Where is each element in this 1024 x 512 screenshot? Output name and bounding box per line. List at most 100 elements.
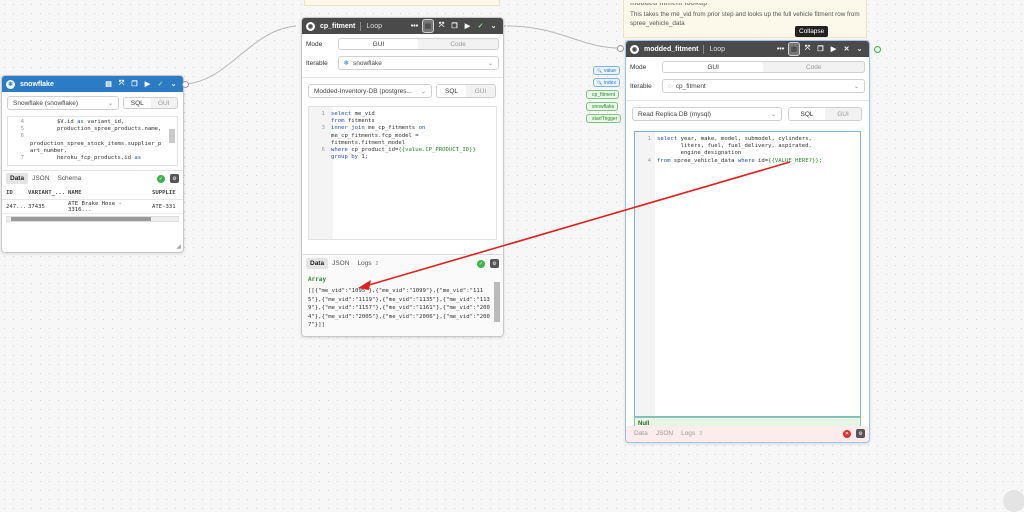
scrollbar[interactable] — [169, 129, 175, 143]
snowflake-step-header[interactable]: ❄ snowflake ▤ ⤧ ❐ ▶ ✓ ⌄ — [2, 76, 183, 92]
chevron-down-icon[interactable]: ⌄ — [488, 21, 499, 32]
run-icon[interactable]: ▶ — [828, 44, 839, 55]
gui-mode[interactable]: GUI — [151, 98, 177, 108]
column-header[interactable]: VARIANT_... — [24, 190, 65, 196]
tab-json[interactable]: JSON — [328, 258, 353, 269]
sql-mode[interactable]: SQL — [789, 108, 825, 120]
expand-icon[interactable]: ⤧ — [802, 44, 813, 55]
variable-pill[interactable]: 🔍 index — [593, 78, 620, 87]
variable-pill[interactable]: startTrigger — [586, 114, 622, 123]
resource-select[interactable]: Modded-Inventory-DB (postgres... ⌄ — [308, 84, 432, 98]
logs-count: 3 — [699, 430, 702, 437]
snowflake-step[interactable]: ❄ snowflake ▤ ⤧ ❐ ▶ ✓ ⌄ Snowflake (snowf… — [1, 75, 184, 253]
resource-select[interactable]: Snowflake (snowflake) ⌄ — [7, 96, 120, 110]
result-tabs[interactable]: Data JSON Schema — [6, 173, 85, 184]
table-cell: ATE-331 — [152, 203, 176, 210]
copy-icon[interactable]: ❐ — [815, 44, 826, 55]
code-text: production_spree_stock_items.supplier_p — [30, 140, 162, 147]
code-text: production_spree_products.name, — [30, 126, 162, 133]
top-card-partial — [304, 0, 500, 6]
input-port[interactable] — [617, 45, 624, 52]
more-options-icon[interactable]: ••• — [775, 44, 786, 55]
gui-mode[interactable]: GUI — [338, 39, 419, 49]
result-tabs[interactable]: Data JSON Logs 3 — [630, 428, 702, 439]
query-mode-toggle[interactable]: SQL GUI — [788, 107, 862, 121]
run-icon[interactable]: ▶ — [462, 21, 473, 32]
query-mode-toggle[interactable]: SQL GUI — [123, 97, 178, 109]
notes-icon[interactable]: ▤ — [103, 79, 114, 90]
table-row[interactable]: 247... 37435 ATE Brake Hose - 3316... AT… — [2, 200, 183, 214]
step-name[interactable]: cp_fitment — [320, 23, 355, 30]
variable-pill[interactable]: snowflake — [586, 102, 619, 111]
column-header[interactable]: NAME — [64, 190, 148, 196]
code-mode[interactable]: Code — [418, 39, 498, 49]
code-line: 6 where cp_product_id={{value.CP_PRODUCT_… — [311, 147, 494, 154]
code-text: me_cp_fitments.fcp_model = — [331, 132, 419, 139]
mode-toggle[interactable]: GUI Code — [337, 38, 499, 50]
notes-icon[interactable]: ▤ — [422, 19, 434, 33]
copy-icon[interactable]: ❐ — [449, 21, 460, 32]
query-mode-toggle[interactable]: SQL GUI — [436, 84, 496, 98]
code-line: 5 production_spree_products.name, — [10, 126, 175, 133]
search-icon: 🔍 — [597, 68, 602, 73]
table-cell: 247... — [6, 203, 27, 210]
gui-mode[interactable]: GUI — [825, 108, 861, 120]
tab-json[interactable]: JSON — [28, 173, 53, 184]
variable-pill[interactable]: 🔍 value — [593, 66, 620, 75]
iterable-select[interactable]: ◌ cp_fitment ⌄ — [661, 79, 865, 93]
snowflake-icon: ❄ — [6, 79, 15, 89]
expand-icon[interactable]: ⤧ — [436, 21, 447, 32]
step-name[interactable]: modded_fitment — [644, 46, 698, 53]
cp-fitment-step[interactable]: ◉ cp_fitment Loop ••• ▤ ⤧ ❐ ▶ ✓ ⌄ Mode G… — [301, 17, 504, 337]
expand-icon[interactable]: ⤧ — [116, 79, 127, 90]
horizontal-scrollbar[interactable] — [6, 216, 179, 222]
tab-logs[interactable]: Logs — [353, 258, 375, 269]
collapse-icon[interactable]: ▤ — [788, 42, 800, 56]
tab-data[interactable]: Data — [6, 173, 29, 184]
run-icon[interactable]: ▶ — [142, 79, 153, 90]
output-port[interactable] — [182, 81, 189, 88]
modded-fitment-step[interactable]: ◉ modded_fitment Loop ••• ▤ ⤧ ❐ ▶ ✕ ⌄ Mo… — [625, 40, 870, 443]
modded-fitment-step-header[interactable]: ◉ modded_fitment Loop ••• ▤ ⤧ ❐ ▶ ✕ ⌄ — [626, 41, 869, 57]
iterable-select[interactable]: ❄ snowflake ⌄ — [337, 56, 499, 70]
tab-logs[interactable]: Logs — [677, 428, 699, 439]
column-header[interactable]: SUPPLIE — [148, 190, 178, 196]
sql-mode[interactable]: SQL — [437, 85, 466, 97]
step-type-icon: ◉ — [630, 44, 639, 54]
sql-editor[interactable]: 1 select year, make, model, submodel, cyl… — [634, 131, 861, 417]
gui-mode[interactable]: GUI — [662, 62, 764, 72]
resource-value: Snowflake (snowflake) — [13, 99, 79, 107]
column-header[interactable]: ID — [2, 190, 24, 196]
chevron-down-icon[interactable]: ⌄ — [854, 44, 865, 55]
settings-icon[interactable]: ⚙ — [170, 174, 179, 183]
code-text: inner join me_cp_fitments on — [331, 125, 426, 132]
code-line: liters, fuel, fuel_delivery, aspirated, — [637, 143, 858, 150]
resize-handle-icon[interactable]: ◢ — [176, 243, 181, 250]
code-mode[interactable]: Code — [763, 62, 864, 72]
result-tabs[interactable]: Data JSON Logs 2 — [306, 258, 378, 269]
tab-data[interactable]: Data — [630, 428, 652, 439]
tab-json[interactable]: JSON — [652, 428, 677, 439]
copy-icon[interactable]: ❐ — [129, 79, 140, 90]
sql-mode[interactable]: SQL — [124, 98, 151, 108]
close-icon[interactable]: ✕ — [841, 44, 852, 55]
gui-mode[interactable]: GUI — [466, 85, 495, 97]
resource-select[interactable]: Read Replica DB (mysql) ⌄ — [632, 107, 782, 121]
variable-pill-label: snowflake — [592, 103, 615, 110]
mode-toggle[interactable]: GUI Code — [661, 61, 865, 73]
step-name[interactable]: snowflake — [20, 81, 54, 88]
sql-editor[interactable]: 1 select me_vid from fitments 3 inner join m… — [308, 106, 497, 240]
output-port[interactable] — [874, 46, 881, 53]
settings-icon[interactable]: ⚙ — [856, 429, 865, 438]
tab-schema[interactable]: Schema — [53, 173, 85, 184]
line-number: 4 — [20, 119, 24, 125]
more-options-icon[interactable]: ••• — [409, 21, 420, 32]
tab-data[interactable]: Data — [306, 258, 329, 269]
scrollbar[interactable] — [494, 282, 500, 322]
settings-icon[interactable]: ⚙ — [490, 259, 499, 268]
search-icon: 🔍 — [597, 80, 602, 85]
chevron-down-icon[interactable]: ⌄ — [168, 79, 179, 90]
sql-editor[interactable]: 4 $V.id as variant_id, 5 production_spree… — [7, 116, 178, 166]
variable-pill[interactable]: cp_fitment — [586, 90, 620, 99]
cp-fitment-step-header[interactable]: ◉ cp_fitment Loop ••• ▤ ⤧ ❐ ▶ ✓ ⌄ — [302, 18, 503, 34]
